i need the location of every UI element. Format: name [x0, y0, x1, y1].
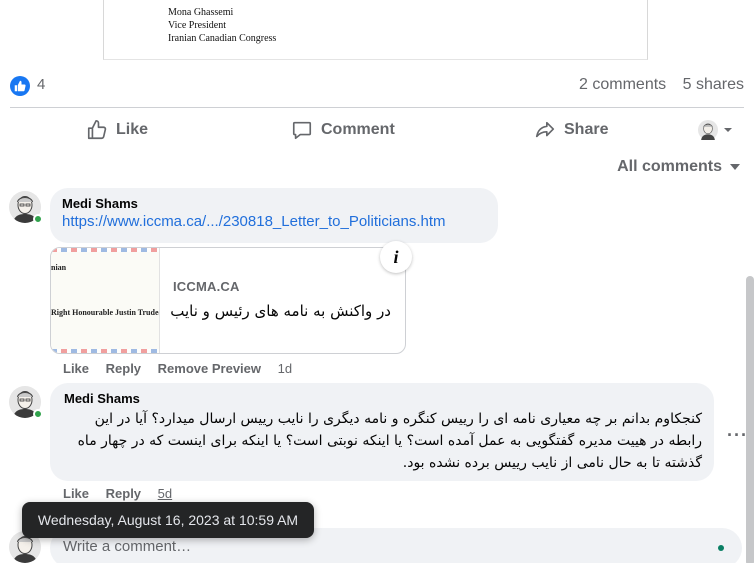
link-preview-title: در واکنش به نامه های رئیس و نایب — [170, 302, 391, 320]
comment-meta: Like Reply Remove Preview 1d — [63, 361, 305, 376]
remove-preview-link[interactable]: Remove Preview — [158, 361, 261, 376]
comment-button[interactable]: Comment — [291, 119, 395, 141]
comment-button-label: Comment — [321, 121, 395, 138]
comment-filter-label: All comments — [617, 158, 722, 175]
link-preview-card[interactable]: nian Right Honourable Justin Trudeau, P.… — [50, 247, 406, 354]
comment-icon — [292, 121, 312, 140]
comment-meta: Like Reply 5d — [63, 486, 185, 501]
status-dot — [718, 545, 724, 551]
divider — [10, 107, 744, 108]
reaction-profile-selector[interactable] — [698, 120, 734, 140]
post-panel: Mona Ghassemi Vice President Iranian Can… — [0, 0, 754, 563]
shares-count-link[interactable]: 5 shares — [683, 76, 744, 93]
post-action-bar: Like Comment Share — [10, 113, 744, 149]
share-button[interactable]: Share — [534, 119, 608, 141]
engagement-counts: 2 comments 5 shares — [579, 76, 744, 94]
comment-reply-link[interactable]: Reply — [106, 486, 141, 501]
online-status-dot — [33, 214, 43, 224]
comment-author[interactable]: Medi Shams — [64, 391, 702, 406]
online-status-dot — [33, 409, 43, 419]
more-options-icon[interactable]: ··· — [727, 425, 748, 446]
caret-down-icon — [730, 164, 740, 170]
comment-like-link[interactable]: Like — [63, 486, 89, 501]
comment-text: کنجکاوم بدانم بر چه معیاری نامه ای را ری… — [77, 411, 702, 471]
letter-signer-org: Iranian Canadian Congress — [168, 33, 277, 44]
reaction-count[interactable]: 4 — [37, 76, 45, 93]
comment-author[interactable]: Medi Shams — [62, 196, 486, 211]
like-button[interactable]: Like — [86, 119, 148, 141]
avatar[interactable] — [9, 386, 43, 419]
comment-reply-link[interactable]: Reply — [106, 361, 141, 376]
scrollbar[interactable] — [746, 276, 754, 563]
comment-link[interactable]: https://www.iccma.ca/.../230818_Letter_t… — [62, 213, 486, 230]
comment-timestamp[interactable]: 5d — [158, 486, 172, 501]
link-preview-domain: ICCMA.CA — [173, 279, 240, 294]
thumbnail-text: Right Honourable Justin Trudeau, P. — [51, 308, 159, 317]
link-preview-thumbnail: nian Right Honourable Justin Trudeau, P. — [51, 248, 160, 353]
comments-count-link[interactable]: 2 comments — [579, 76, 666, 93]
like-reaction-icon[interactable] — [10, 76, 30, 96]
letter-signer-name: Mona Ghassemi — [168, 7, 234, 18]
letter-signature: Mona Ghassemi Vice President Iranian Can… — [168, 6, 276, 45]
avatar[interactable] — [9, 191, 43, 224]
share-button-label: Share — [564, 121, 609, 138]
comment-like-link[interactable]: Like — [63, 361, 89, 376]
chevron-down-icon — [724, 128, 732, 132]
like-button-label: Like — [116, 121, 149, 138]
avatar — [698, 120, 718, 140]
timestamp-tooltip: Wednesday, August 16, 2023 at 10:59 AM — [22, 502, 314, 538]
comment-timestamp[interactable]: 1d — [278, 361, 292, 376]
post-image-letter[interactable]: Mona Ghassemi Vice President Iranian Can… — [103, 0, 648, 60]
comment-bubble: Medi Shams https://www.iccma.ca/.../2308… — [50, 188, 498, 243]
reactions-summary: 4 2 comments 5 shares — [10, 72, 744, 98]
thumbnail-text: nian — [51, 263, 67, 272]
thumbs-up-icon — [87, 120, 107, 140]
comment-bubble: Medi Shams کنجکاوم بدانم بر چه معیاری نا… — [50, 383, 714, 481]
share-arrow-icon — [535, 121, 555, 138]
info-icon[interactable]: i — [380, 241, 412, 273]
comment-filter-dropdown[interactable]: All comments — [617, 158, 740, 176]
letter-signer-role: Vice President — [168, 20, 226, 31]
comment-input-placeholder: Write a comment… — [63, 538, 192, 555]
